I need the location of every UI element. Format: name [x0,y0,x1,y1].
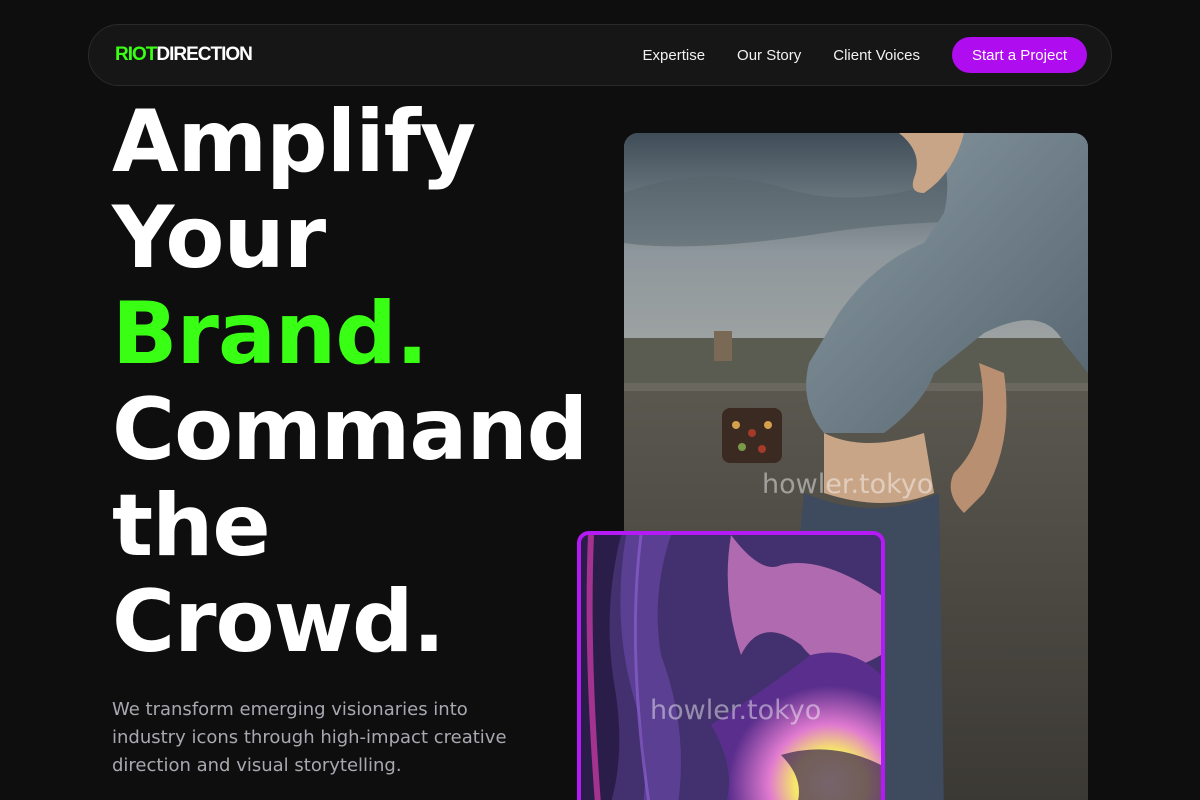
hero-subtext: We transform emerging visionaries into i… [112,699,507,776]
headline-final-dot: . [412,572,446,672]
headline-line-6: Crowd. [112,574,587,670]
hero-headline: Amplify Your Brand. Command the Crowd. [112,92,588,670]
headline-line-4: Command [112,380,588,480]
headline-accent-word: Brand [112,284,397,384]
headline-line-5: the [112,476,271,576]
abstract-art-card: howler.tokyo [577,531,885,800]
nav-link-expertise[interactable]: Expertise [643,47,706,64]
headline-accent-dot: . [395,284,429,384]
abstract-art-illustration [581,535,881,800]
headline-final-word: Crowd [112,572,414,672]
brand-logo-part2: DIRECTION [156,44,252,65]
headline-line-3: Brand. [112,286,587,382]
headline-line-2: Your [112,188,326,288]
start-project-button[interactable]: Start a Project [951,37,1087,73]
brand-logo-part1: RIOT [115,44,157,65]
photo-watermark: howler.tokyo [762,469,934,500]
top-navbar: RIOTDIRECTION Expertise Our Story Client… [88,24,1112,86]
art-watermark: howler.tokyo [650,695,822,726]
nav-link-client-voices[interactable]: Client Voices [833,47,920,64]
headline-line-1: Amplify [112,92,476,192]
nav-links: Expertise Our Story Client Voices [643,47,920,64]
brand-logo[interactable]: RIOTDIRECTION [115,44,253,66]
nav-link-our-story[interactable]: Our Story [737,47,801,64]
